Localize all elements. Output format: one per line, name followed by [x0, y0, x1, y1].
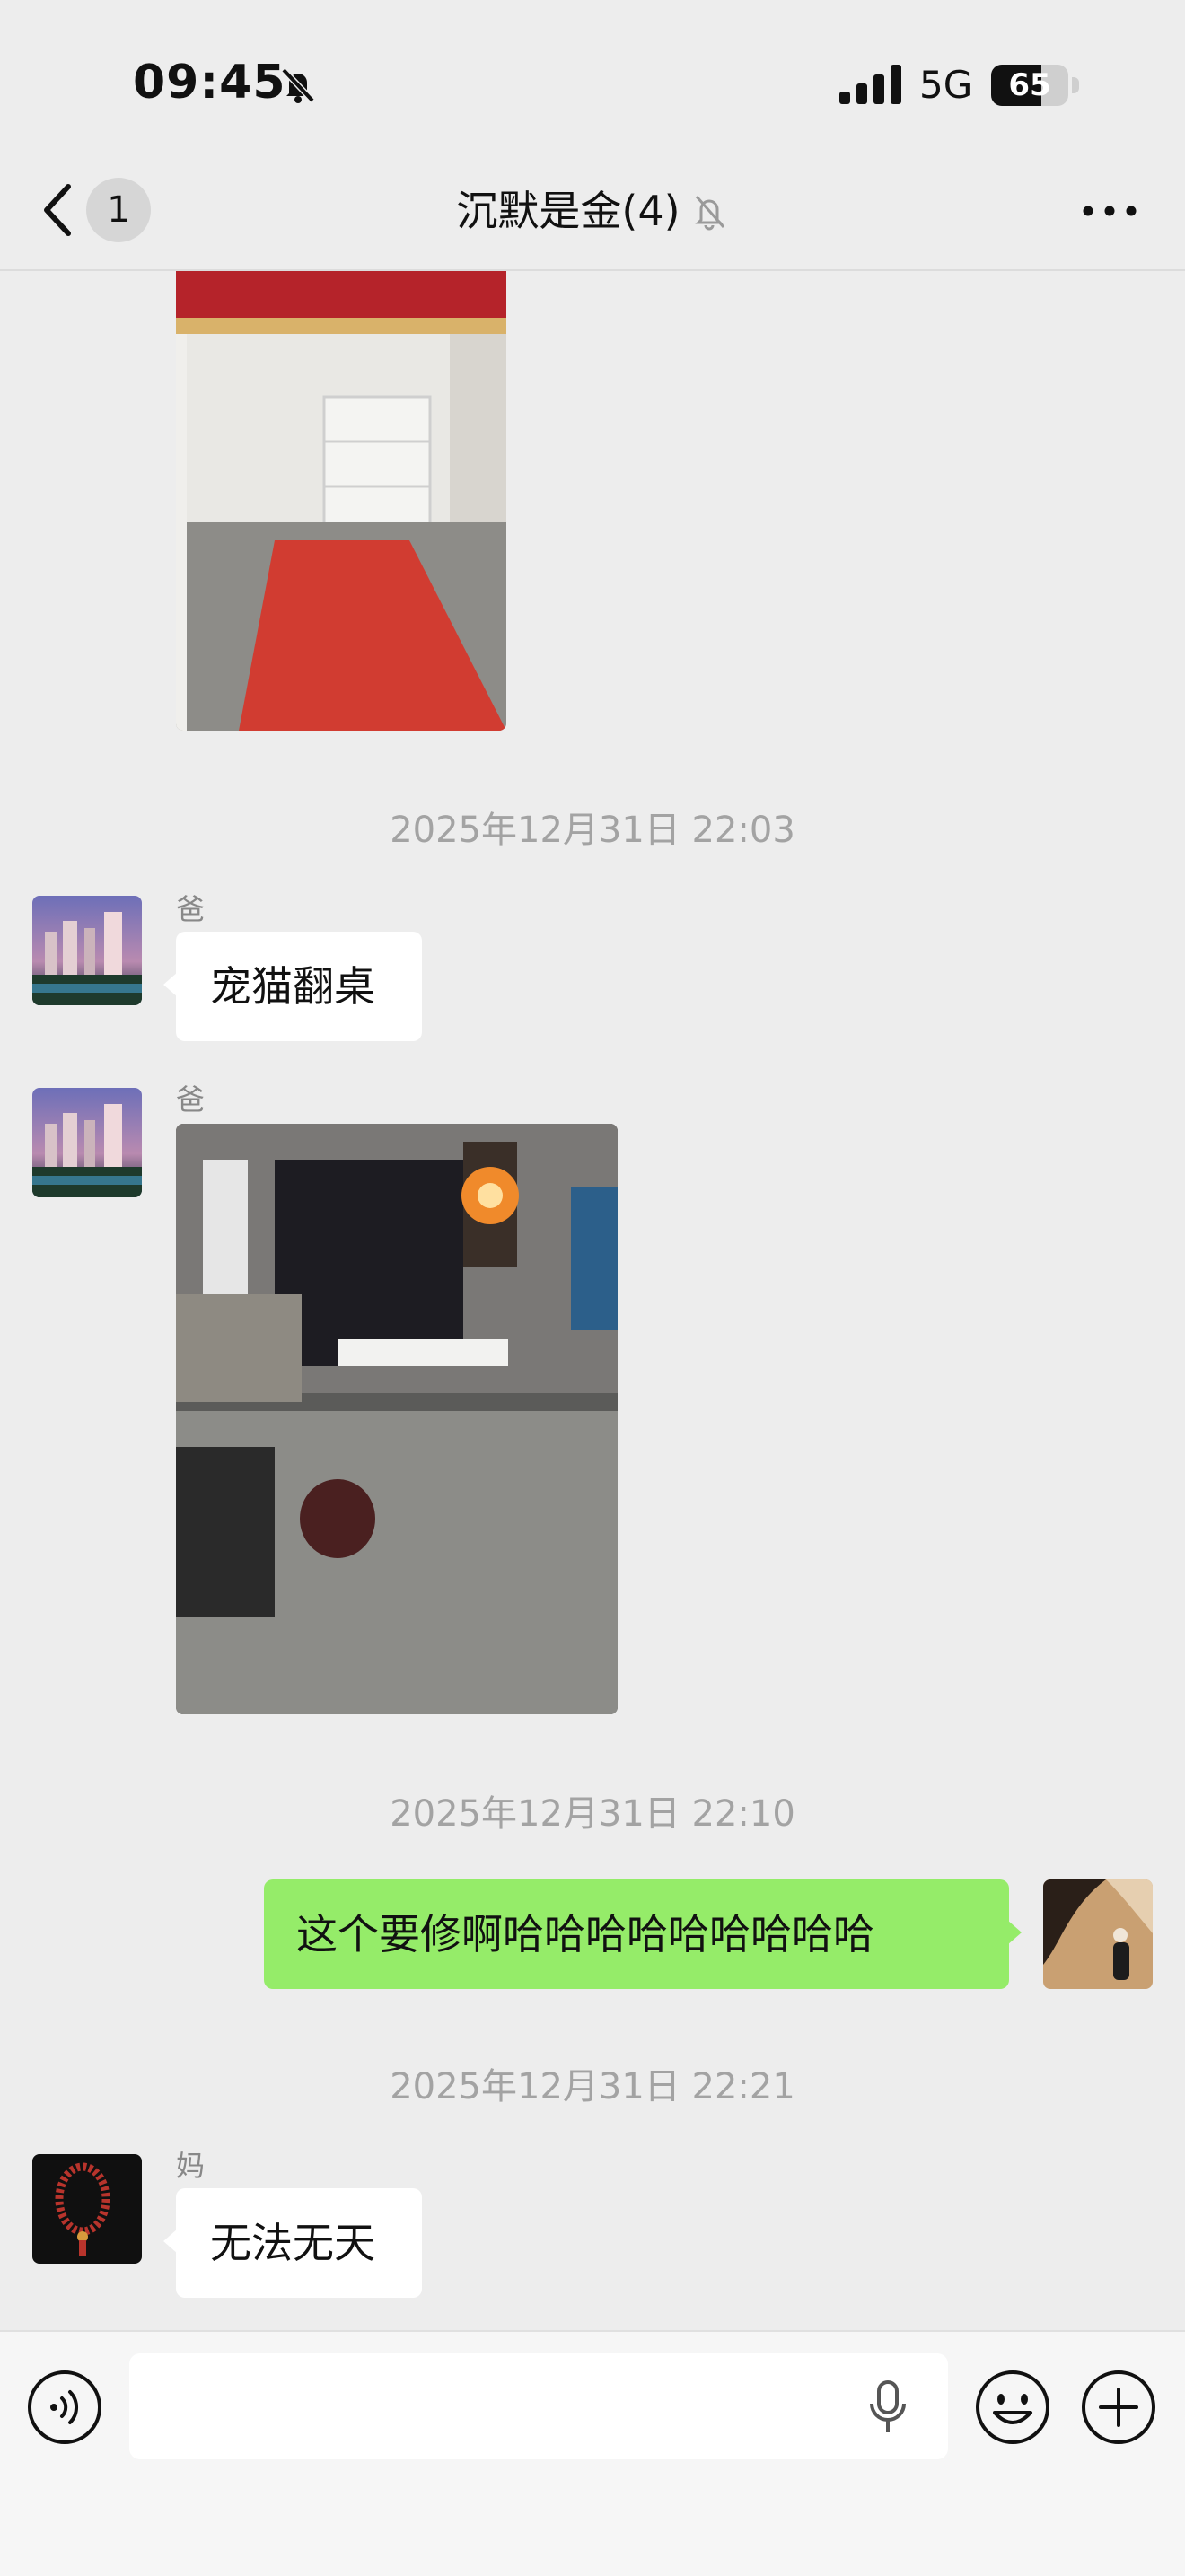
message-bubble[interactable]: 无法无天: [163, 2188, 422, 2298]
message-input[interactable]: [129, 2353, 948, 2459]
sender-name: 爸: [176, 1082, 206, 1117]
status-time: 09:45: [133, 56, 286, 110]
sender-name: 爸: [176, 892, 206, 926]
plus-icon[interactable]: [1079, 2368, 1158, 2447]
message-bubble[interactable]: 宠猫翻桌: [163, 932, 422, 1041]
avatar[interactable]: [32, 896, 142, 1005]
timestamp: 2025年12月31日 22:03: [390, 810, 795, 851]
mic-icon[interactable]: [865, 2379, 910, 2436]
battery-icon: 65: [991, 65, 1081, 108]
sender-name: 妈: [176, 2149, 206, 2183]
avatar[interactable]: [32, 2154, 142, 2264]
avatar[interactable]: [32, 1088, 142, 1197]
timestamp: 2025年12月31日 22:21: [390, 2066, 795, 2107]
battery-percent: 65: [1008, 67, 1051, 103]
bell-slash-icon: [694, 196, 724, 231]
voice-icon[interactable]: [25, 2368, 104, 2447]
image-message-hallway[interactable]: [176, 271, 506, 731]
image-message-livingroom[interactable]: [176, 1124, 618, 1714]
timestamp: 2025年12月31日 22:10: [390, 1793, 795, 1835]
chat-title-area: 沉默是金(4): [0, 180, 1185, 242]
chat-title[interactable]: 沉默是金(4): [456, 187, 680, 235]
more-dots-icon[interactable]: [1077, 188, 1142, 233]
bell-slash-icon: [281, 67, 315, 103]
network-label: 5G: [919, 63, 973, 107]
emoji-icon[interactable]: [973, 2368, 1052, 2447]
message-bubble-outgoing[interactable]: 这个要修啊哈哈哈哈哈哈哈哈哈: [264, 1879, 1022, 1989]
signal-icon: [839, 65, 901, 104]
my-avatar[interactable]: [1043, 1879, 1153, 1989]
